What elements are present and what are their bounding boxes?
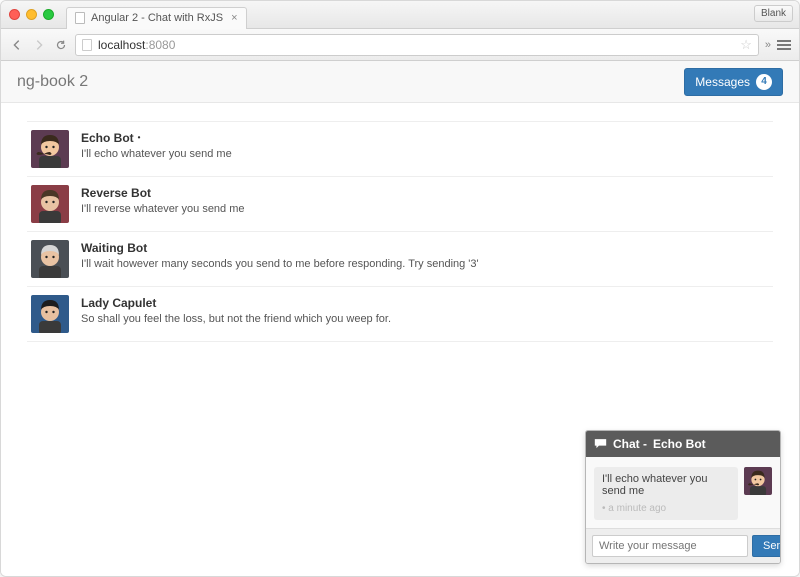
minimize-window-button[interactable] bbox=[26, 9, 37, 20]
messages-button-label: Messages bbox=[695, 75, 750, 89]
thread-name: Reverse Bot bbox=[81, 186, 245, 200]
maximize-window-button[interactable] bbox=[43, 9, 54, 20]
app-navbar: ng-book 2 Messages 4 bbox=[1, 61, 799, 103]
thread-body: Echo Bot • I'll echo whatever you send me bbox=[81, 130, 232, 162]
close-window-button[interactable] bbox=[9, 9, 20, 20]
thread-body: Waiting Bot I'll wait however many second… bbox=[81, 240, 479, 272]
thread-name: Waiting Bot bbox=[81, 241, 479, 255]
speech-bubble-icon bbox=[594, 438, 607, 450]
thread-avatar bbox=[31, 185, 69, 223]
chat-header[interactable]: Chat - Echo Bot bbox=[586, 431, 780, 457]
chat-message-row: I'll echo whatever you send me • a minut… bbox=[594, 467, 772, 520]
chat-message-bubble: I'll echo whatever you send me • a minut… bbox=[594, 467, 738, 520]
thread-preview: I'll wait however many seconds you send … bbox=[81, 257, 479, 272]
chat-body: I'll echo whatever you send me • a minut… bbox=[586, 457, 780, 528]
browser-tab[interactable]: Angular 2 - Chat with RxJS × bbox=[66, 7, 247, 29]
url-host: localhost bbox=[98, 38, 145, 52]
messages-badge: 4 bbox=[756, 74, 772, 90]
tab-title: Angular 2 - Chat with RxJS bbox=[91, 12, 223, 24]
thread-row[interactable]: Waiting Bot I'll wait however many second… bbox=[27, 232, 773, 287]
reload-button[interactable] bbox=[53, 37, 69, 53]
thread-body: Reverse Bot I'll reverse whatever you sen… bbox=[81, 185, 245, 217]
thread-row[interactable]: Lady Capulet So shall you feel the loss, … bbox=[27, 287, 773, 342]
traffic-lights bbox=[9, 9, 54, 20]
bookmark-icon[interactable]: ☆ bbox=[740, 37, 752, 53]
thread-name: Echo Bot • bbox=[81, 131, 232, 145]
thread-avatar bbox=[31, 130, 69, 168]
thread-row[interactable]: Echo Bot • I'll echo whatever you send me bbox=[27, 121, 773, 177]
browser-toolbar: localhost:8080 ☆ » bbox=[1, 29, 799, 61]
messages-button[interactable]: Messages 4 bbox=[684, 68, 783, 96]
thread-preview: I'll echo whatever you send me bbox=[81, 147, 232, 162]
toolbar-right: » bbox=[765, 39, 791, 51]
unread-dot-icon: • bbox=[138, 134, 141, 142]
overflow-icon[interactable]: » bbox=[765, 39, 771, 51]
forward-button[interactable] bbox=[31, 37, 47, 53]
blank-button[interactable]: Blank bbox=[754, 5, 793, 22]
hamburger-menu-icon[interactable] bbox=[777, 40, 791, 50]
send-button[interactable]: Send bbox=[752, 535, 781, 557]
chat-message-text: I'll echo whatever you send me bbox=[602, 473, 730, 497]
brand-title: ng-book 2 bbox=[17, 73, 88, 91]
titlebar: Angular 2 - Chat with RxJS × Blank bbox=[1, 1, 799, 29]
back-button[interactable] bbox=[9, 37, 25, 53]
page: ng-book 2 Messages 4 Echo Bot • I'll echo… bbox=[1, 61, 799, 577]
url-path: :8080 bbox=[145, 38, 175, 52]
page-icon bbox=[82, 39, 92, 51]
thread-body: Lady Capulet So shall you feel the loss, … bbox=[81, 295, 391, 327]
chat-widget: Chat - Echo Bot I'll echo whatever you s… bbox=[585, 430, 781, 564]
chat-footer: Send bbox=[586, 528, 780, 563]
chat-input[interactable] bbox=[592, 535, 748, 557]
thread-list: Echo Bot • I'll echo whatever you send me… bbox=[1, 103, 799, 342]
document-icon bbox=[75, 12, 85, 24]
thread-avatar bbox=[31, 240, 69, 278]
thread-name: Lady Capulet bbox=[81, 296, 391, 310]
address-bar[interactable]: localhost:8080 ☆ bbox=[75, 34, 759, 56]
thread-preview: I'll reverse whatever you send me bbox=[81, 202, 245, 217]
thread-avatar bbox=[31, 295, 69, 333]
thread-preview: So shall you feel the loss, but not the … bbox=[81, 312, 391, 327]
chat-message-timestamp: • a minute ago bbox=[602, 503, 730, 514]
browser-window: Angular 2 - Chat with RxJS × Blank local… bbox=[0, 0, 800, 577]
chat-message-avatar bbox=[744, 467, 772, 495]
close-tab-icon[interactable]: × bbox=[231, 12, 237, 24]
chat-header-prefix: Chat - bbox=[613, 437, 647, 451]
chat-header-name: Echo Bot bbox=[653, 437, 706, 451]
thread-row[interactable]: Reverse Bot I'll reverse whatever you sen… bbox=[27, 177, 773, 232]
